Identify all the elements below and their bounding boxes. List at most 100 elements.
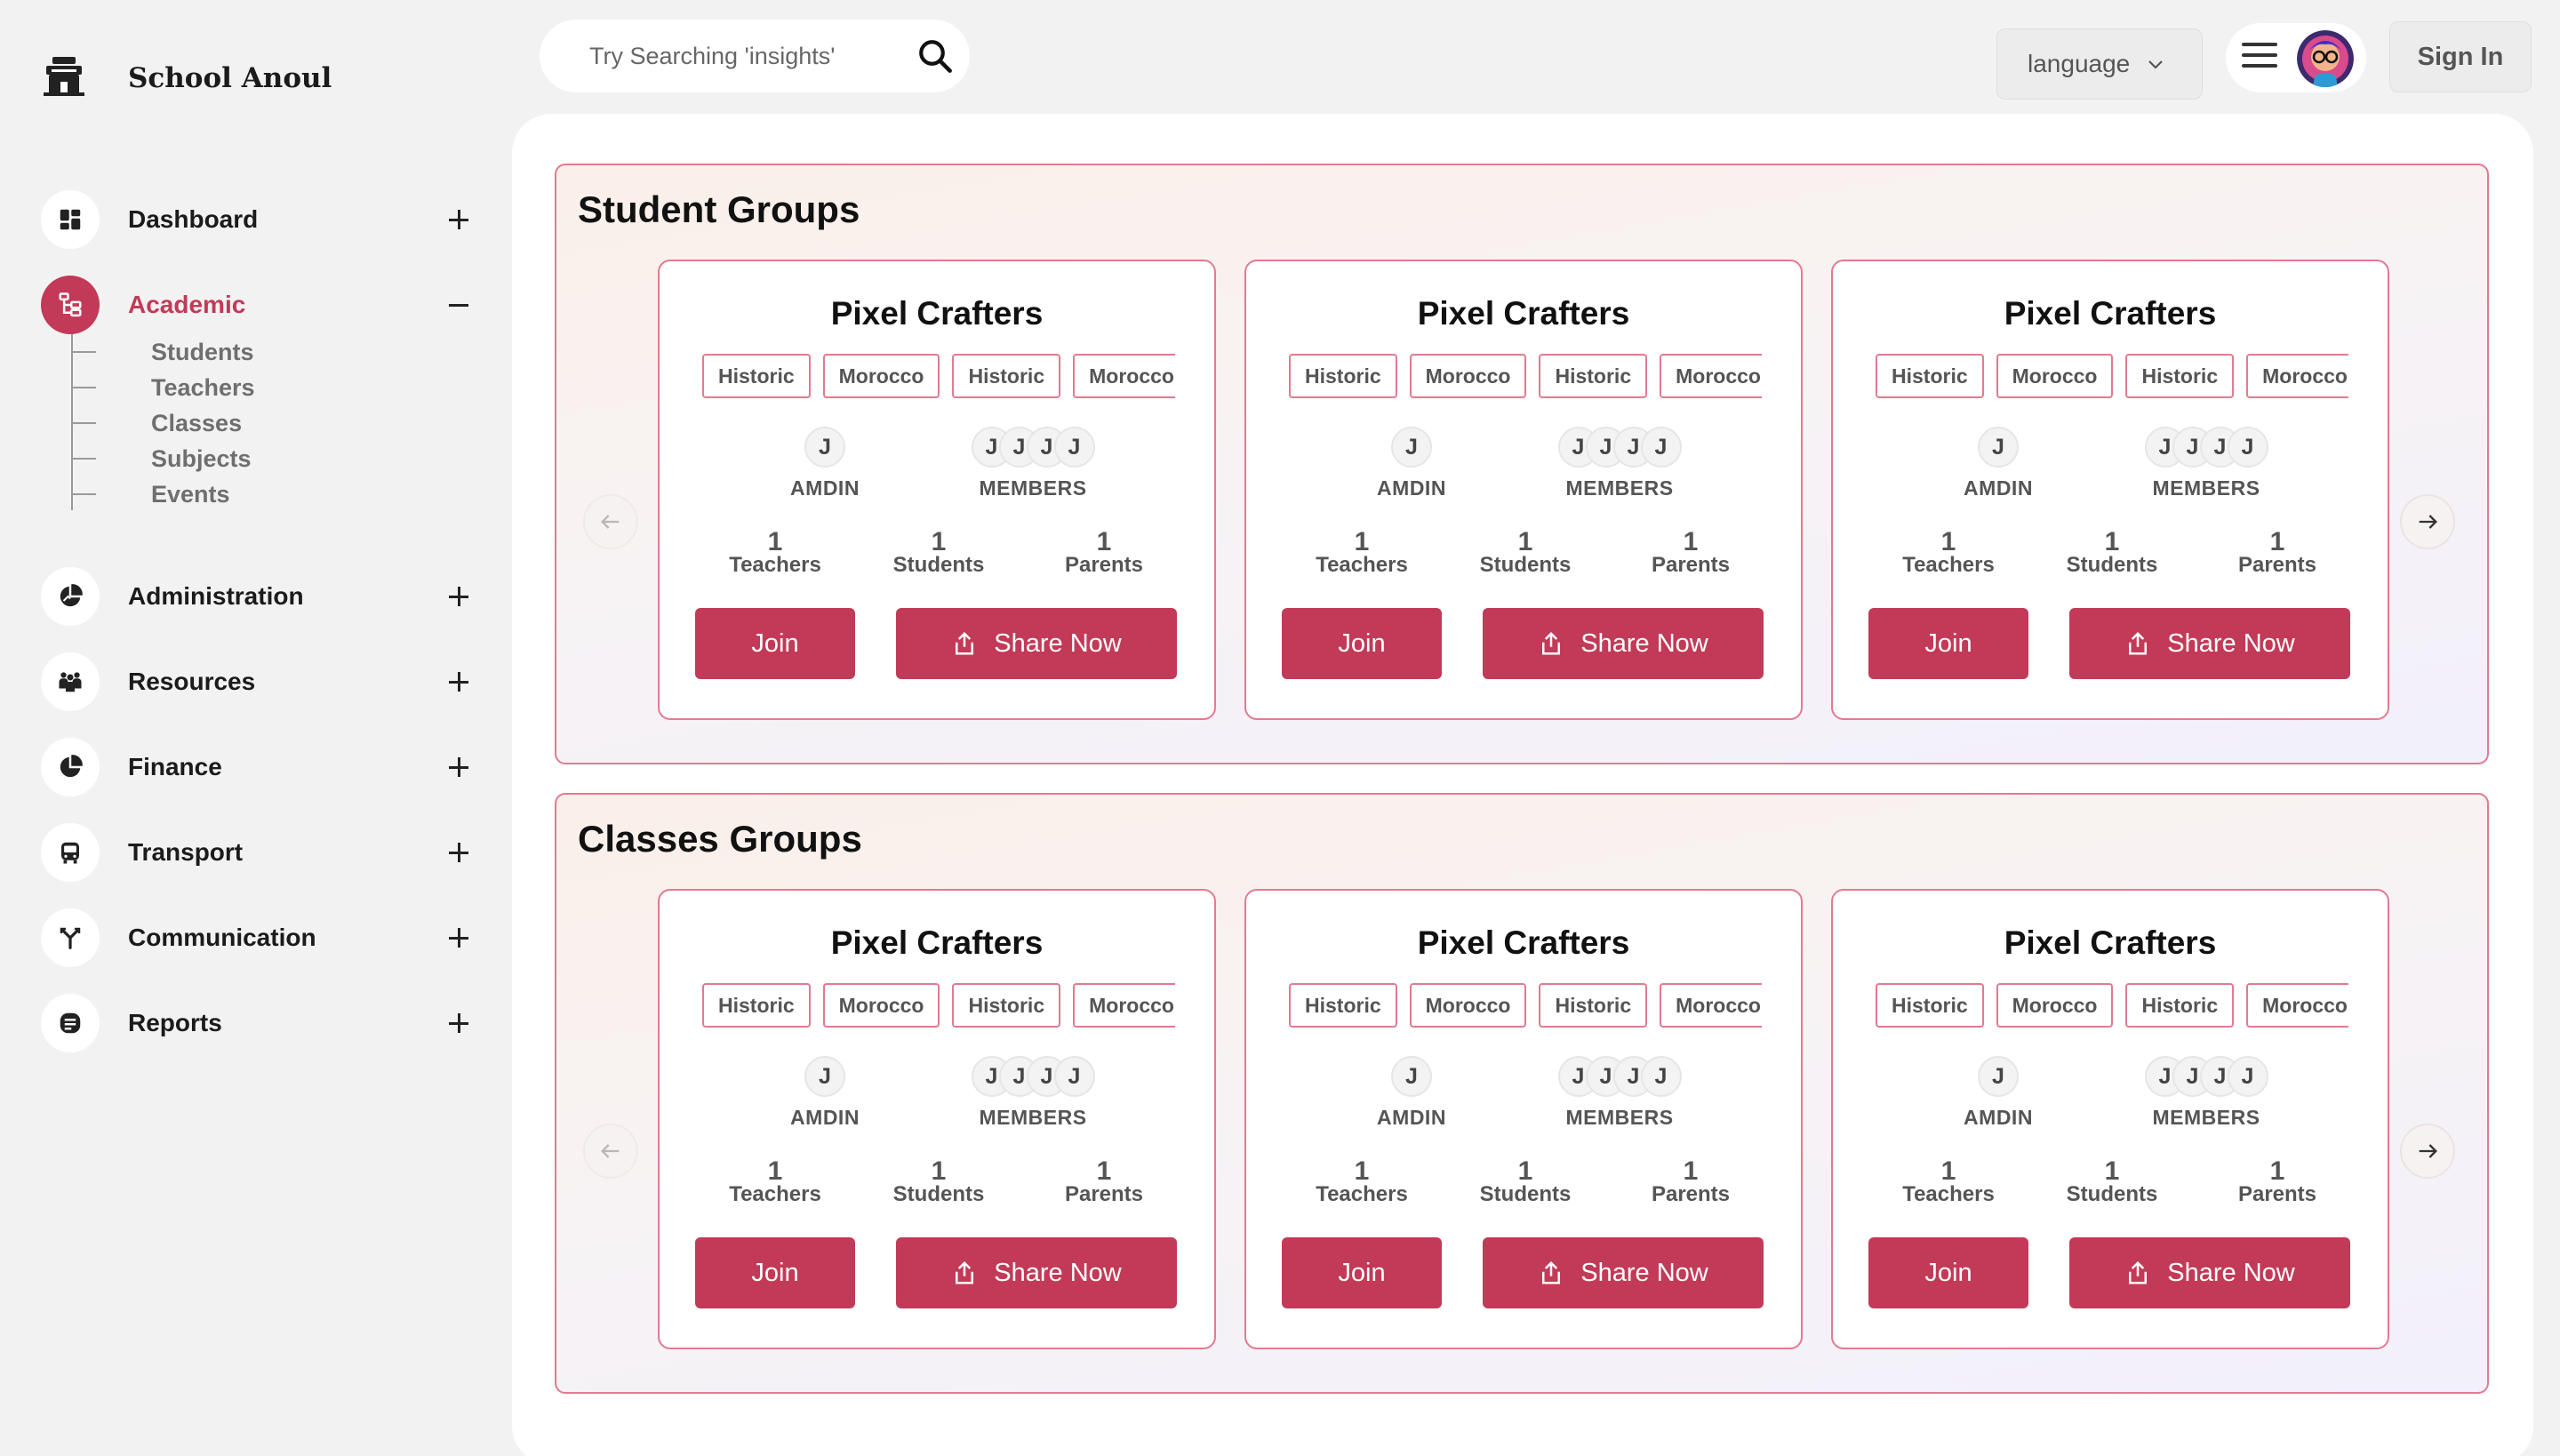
tag[interactable]: Historic [702,354,811,398]
member-avatar[interactable]: J [2227,427,2268,468]
tag[interactable]: Morocco [2246,983,2348,1028]
carousel-next-button[interactable] [2400,494,2455,549]
group-card[interactable]: Pixel Crafters Historic Morocco Historic Mo… [1831,889,2389,1349]
tag[interactable]: Historic [1539,354,1648,398]
plus-icon[interactable] [441,920,476,956]
members-label: MEMBERS [979,476,1087,500]
share-now-button[interactable]: Share Now [896,1237,1177,1308]
members-block: JJJJ MEMBERS [962,427,1104,500]
submenu-item-events[interactable]: Events [71,476,230,512]
carousel-prev-button[interactable] [583,1124,638,1179]
tag[interactable]: Historic [2125,983,2235,1028]
search-bar[interactable] [540,20,970,92]
search-icon[interactable] [916,37,954,75]
tag[interactable]: Morocco [822,354,940,398]
member-avatar[interactable]: J [1053,427,1095,468]
group-card[interactable]: Pixel Crafters Historic Morocco Historic Mo… [658,260,1216,720]
plus-icon[interactable] [441,202,476,237]
tag[interactable]: Morocco [1996,983,2114,1028]
brand[interactable]: School Anoul [41,53,332,100]
group-card[interactable]: Pixel Crafters Historic Morocco Historic Mo… [658,889,1216,1349]
tag[interactable]: Morocco [1996,354,2114,398]
sidebar-item-finance[interactable]: Finance [41,738,476,796]
stat-value: 1 [1354,527,1370,556]
tag[interactable]: Morocco [822,983,940,1028]
carousel-next-button[interactable] [2400,1124,2455,1179]
tag[interactable]: Historic [1876,983,1984,1028]
tag[interactable]: Morocco [1073,354,1175,398]
plus-icon[interactable] [441,1005,476,1041]
member-avatar[interactable]: J [1640,427,1682,468]
sidebar-item-reports[interactable]: Reports [41,994,476,1052]
avatar[interactable] [2297,30,2354,87]
admin-avatar[interactable]: J [1391,427,1432,468]
language-select[interactable]: language [1996,28,2203,100]
sidebar-item-communication[interactable]: Communication [41,908,476,967]
section-title: Classes Groups [578,818,862,860]
share-now-button[interactable]: Share Now [2069,608,2350,679]
minus-icon[interactable] [441,287,476,323]
share-now-button[interactable]: Share Now [2069,1237,2350,1308]
plus-icon[interactable] [441,835,476,870]
admin-avatar[interactable]: J [1978,1056,2019,1097]
group-card[interactable]: Pixel Crafters Historic Morocco Historic Mo… [1244,889,1803,1349]
carousel-prev-button[interactable] [583,494,638,549]
tag[interactable]: Historic [1289,354,1397,398]
sidebar-item-administration[interactable]: Administration [41,567,476,626]
share-now-button[interactable]: Share Now [1483,1237,1764,1308]
admin-avatar[interactable]: J [1978,427,2019,468]
search-input[interactable] [589,42,883,70]
tag[interactable]: Morocco [1660,983,1762,1028]
join-button[interactable]: Join [1868,1237,2028,1308]
stat-value: 1 [1683,1156,1699,1186]
tag[interactable]: Morocco [1073,983,1175,1028]
share-now-button[interactable]: Share Now [896,608,1177,679]
stats-row: 1 Teachers 1 Students 1 Parents [660,529,1214,583]
sidebar-item-resources[interactable]: Resources [41,652,476,711]
join-button[interactable]: Join [1868,608,2028,679]
tag[interactable]: Morocco [2246,354,2348,398]
admin-avatar[interactable]: J [804,427,845,468]
submenu-item-subjects[interactable]: Subjects [71,441,252,476]
group-card[interactable]: Pixel Crafters Historic Morocco Historic Mo… [1831,260,2389,720]
member-avatar[interactable]: J [2227,1056,2268,1097]
admin-avatar[interactable]: J [1391,1056,1432,1097]
sidebar-item-academic[interactable]: Academic [41,276,476,334]
admin-block: J AMDIN [780,1056,869,1130]
plus-icon[interactable] [441,579,476,614]
tag[interactable]: Morocco [1409,983,1527,1028]
member-avatar[interactable]: J [1640,1056,1682,1097]
tag[interactable]: Morocco [1660,354,1762,398]
user-menu[interactable] [2226,23,2366,92]
join-button[interactable]: Join [1282,1237,1442,1308]
plus-icon[interactable] [441,664,476,700]
stat-parents: 1 Parents [2215,529,2340,576]
tag[interactable]: Historic [1876,354,1984,398]
tag[interactable]: Historic [702,983,811,1028]
plus-icon[interactable] [441,749,476,785]
tag[interactable]: Historic [952,354,1061,398]
hamburger-menu-icon[interactable] [2242,43,2277,73]
join-button[interactable]: Join [1282,608,1442,679]
arrow-right-icon [2419,515,2437,529]
stat-teachers: 1 Teachers [713,1158,837,1205]
tag[interactable]: Historic [952,983,1061,1028]
academic-tree-icon [41,276,100,334]
submenu-item-teachers[interactable]: Teachers [71,370,255,405]
tag[interactable]: Historic [2125,354,2235,398]
tag[interactable]: Morocco [1409,354,1527,398]
admin-avatar[interactable]: J [804,1056,845,1097]
sidebar-item-transport[interactable]: Transport [41,823,476,882]
submenu-item-classes[interactable]: Classes [71,405,242,441]
stat-label: Parents [1651,553,1731,577]
group-card[interactable]: Pixel Crafters Historic Morocco Historic Mo… [1244,260,1803,720]
tag[interactable]: Historic [1539,983,1648,1028]
sidebar-item-dashboard[interactable]: Dashboard [41,190,476,249]
sign-in-button[interactable]: Sign In [2389,21,2532,92]
join-button[interactable]: Join [695,608,855,679]
join-button[interactable]: Join [695,1237,855,1308]
submenu-item-students[interactable]: Students [71,334,254,370]
tag[interactable]: Historic [1289,983,1397,1028]
member-avatar[interactable]: J [1053,1056,1095,1097]
share-now-button[interactable]: Share Now [1483,608,1764,679]
